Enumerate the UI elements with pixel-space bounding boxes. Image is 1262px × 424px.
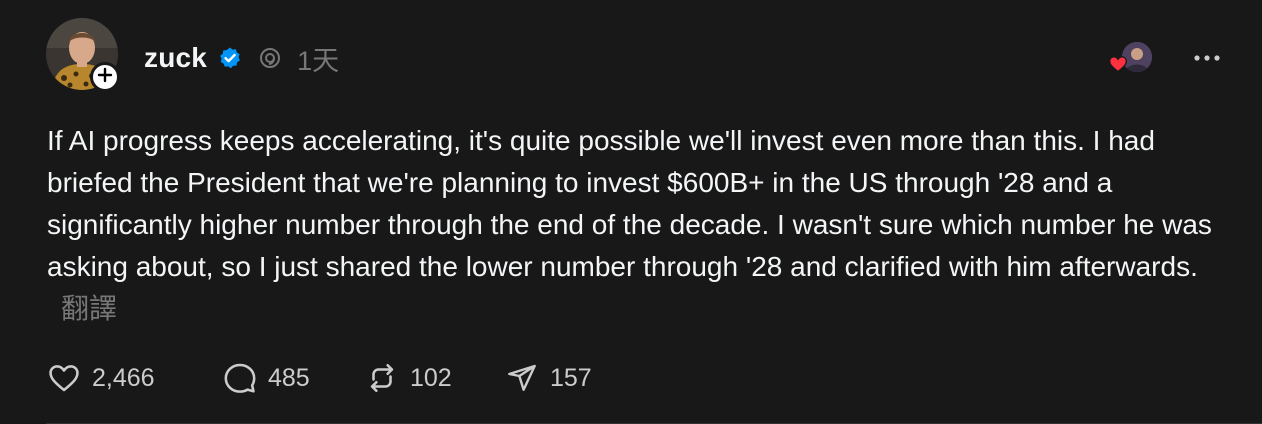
heart-icon <box>46 360 82 396</box>
post-body-text: If AI progress keeps accelerating, it's … <box>47 125 1212 282</box>
post-actions-bar: 2,466 485 102 157 <box>46 358 624 398</box>
heart-icon <box>1108 54 1128 74</box>
more-options-button[interactable] <box>1192 43 1222 73</box>
liked-by-avatars[interactable] <box>1108 40 1154 76</box>
like-button[interactable]: 2,466 <box>46 360 222 396</box>
author-username[interactable]: zuck <box>144 42 207 74</box>
follow-button[interactable] <box>90 62 120 92</box>
more-horizontal-icon <box>1193 49 1221 67</box>
thread-post: zuck 1天 If AI progress keeps acceleratin… <box>0 0 1262 424</box>
reply-count: 485 <box>268 363 310 392</box>
share-count: 157 <box>550 363 592 392</box>
threads-icon <box>257 45 283 71</box>
reply-button[interactable]: 485 <box>222 360 364 396</box>
author-avatar-container[interactable] <box>46 18 120 92</box>
repost-icon <box>364 360 400 396</box>
send-icon <box>504 360 540 396</box>
post-header-actions <box>1108 40 1222 76</box>
translate-link[interactable]: 翻譯 <box>61 293 117 324</box>
post-body: If AI progress keeps accelerating, it's … <box>47 120 1227 330</box>
post-timestamp[interactable]: 1天 <box>297 39 339 78</box>
share-button[interactable]: 157 <box>504 360 624 396</box>
post-header: zuck 1天 <box>144 38 339 78</box>
plus-icon <box>97 67 113 88</box>
repost-button[interactable]: 102 <box>364 360 504 396</box>
comment-icon <box>222 360 258 396</box>
like-count: 2,466 <box>92 363 155 392</box>
repost-count: 102 <box>410 363 452 392</box>
verified-badge-icon <box>217 45 243 71</box>
